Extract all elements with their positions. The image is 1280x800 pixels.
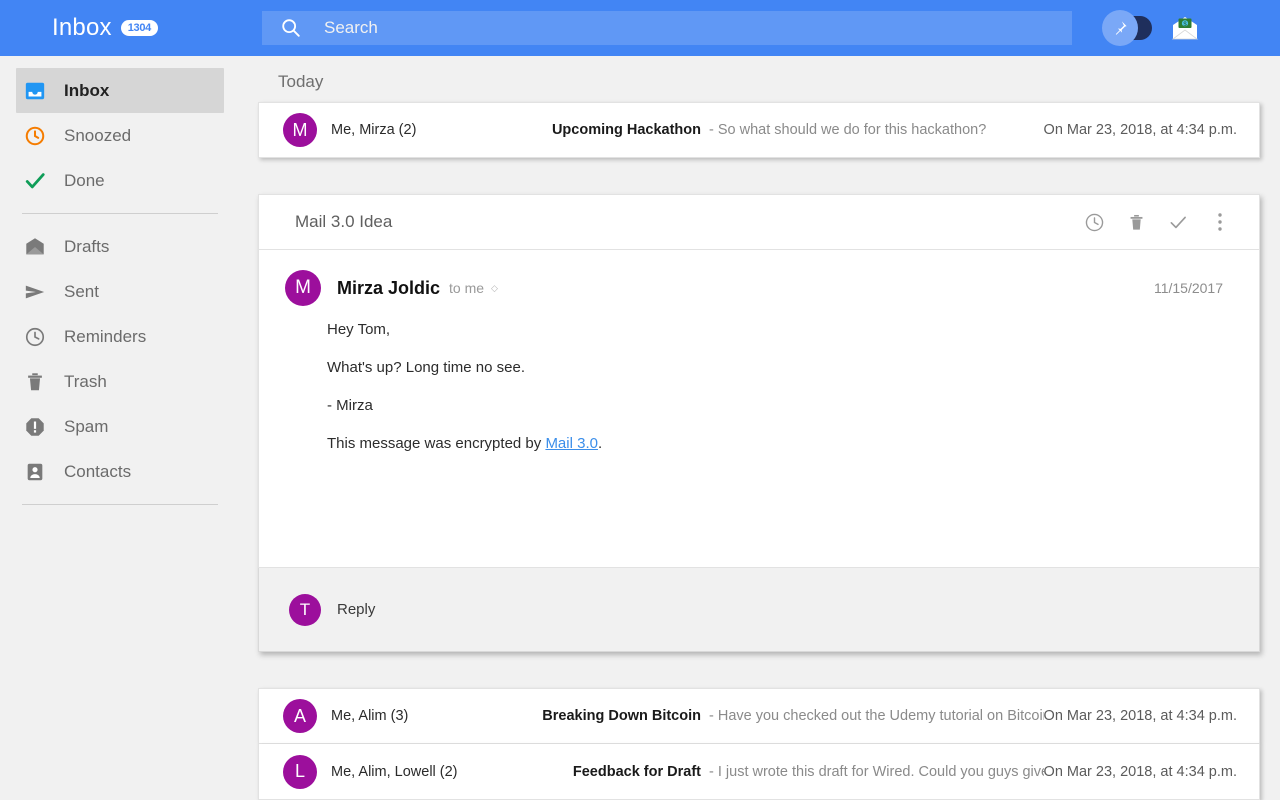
thread-actions xyxy=(1083,211,1231,233)
search-icon xyxy=(282,19,300,37)
clock-icon xyxy=(22,123,48,149)
sidebar-item-snoozed[interactable]: Snoozed xyxy=(16,113,224,158)
message-footer-prefix: This message was encrypted by xyxy=(327,435,546,452)
sidebar-item-contacts[interactable]: Contacts xyxy=(16,449,224,494)
sidebar-item-inbox[interactable]: Inbox xyxy=(16,68,224,113)
thread-message: M Mirza Joldic to me ◇ 11/15/2017 Hey To… xyxy=(258,250,1260,568)
mail-row[interactable]: A Me, Alim (3) Breaking Down Bitcoin - H… xyxy=(258,688,1260,744)
avatar: M xyxy=(283,113,317,147)
mail-row-date: On Mar 23, 2018, at 4:34 p.m. xyxy=(1043,122,1237,138)
sidebar-item-label: Sent xyxy=(64,281,99,301)
avatar: M xyxy=(285,270,321,306)
done-icon[interactable] xyxy=(1167,211,1189,233)
sidebar-divider-1 xyxy=(22,213,218,214)
mail-row[interactable]: L Me, Alim, Lowell (2) Feedback for Draf… xyxy=(258,744,1260,800)
send-icon xyxy=(22,279,48,305)
mail-row-subject: Feedback for Draft xyxy=(572,763,701,780)
message-date: 11/15/2017 xyxy=(1153,280,1223,296)
unread-count-badge: 1304 xyxy=(120,20,158,36)
pin-toggle[interactable] xyxy=(1102,10,1152,46)
sidebar-item-label: Snoozed xyxy=(64,125,132,145)
trash-icon xyxy=(22,369,48,395)
avatar: L xyxy=(283,754,317,789)
avatar: T xyxy=(289,593,321,626)
message-recipients: to me xyxy=(449,280,485,296)
section-label-today: Today xyxy=(278,72,324,91)
sidebar-item-label: Spam xyxy=(64,416,109,436)
sidebar-item-drafts[interactable]: Drafts xyxy=(16,224,224,269)
sidebar-item-label: Done xyxy=(64,170,105,190)
sidebar-item-spam[interactable]: Spam xyxy=(16,404,224,449)
sidebar: Inbox Snoozed Done Drafts Sent Reminders… xyxy=(0,56,240,800)
mail-list-bottom: A Me, Alim (3) Breaking Down Bitcoin - H… xyxy=(240,688,1280,800)
mail-row[interactable]: M Me, Mirza (2) Upcoming Hackathon - So … xyxy=(258,102,1260,158)
mail-list: Today M Me, Mirza (2) Upcoming Hackathon… xyxy=(240,56,1280,800)
sidebar-item-label: Trash xyxy=(64,371,107,391)
mail-row-snippet: - I just wrote this draft for Wired. Cou… xyxy=(709,763,1044,780)
page-title: Inbox xyxy=(52,14,112,41)
inbox-icon xyxy=(22,78,48,104)
sidebar-divider-2 xyxy=(22,504,218,505)
mail-row-snippet: - Have you checked out the Udemy tutoria… xyxy=(709,708,1044,724)
message-body: Hey Tom, What's up? Long time no see. - … xyxy=(259,306,1259,453)
sidebar-item-sent[interactable]: Sent xyxy=(16,269,224,314)
search-input[interactable] xyxy=(324,18,1072,38)
reply-bar[interactable]: T Reply xyxy=(258,568,1260,652)
envelope-icon xyxy=(22,234,48,260)
mail-row-people: Me, Alim, Lowell (2) xyxy=(331,763,458,780)
avatar: A xyxy=(283,699,317,733)
message-footer: This message was encrypted by Mail 3.0. xyxy=(327,434,1259,453)
chevron-down-icon[interactable]: ◇ xyxy=(491,283,498,294)
message-header: M Mirza Joldic to me ◇ xyxy=(259,250,1259,306)
sidebar-item-label: Reminders xyxy=(64,326,147,346)
sidebar-item-reminders[interactable]: Reminders xyxy=(16,314,224,359)
message-line: What's up? Long time no see. xyxy=(327,359,525,376)
mail-row-date: On Mar 23, 2018, at 4:34 p.m. xyxy=(1043,763,1237,780)
mail-money-button[interactable]: $ xyxy=(1170,14,1200,42)
brand: Inbox 1304 xyxy=(52,14,260,42)
snooze-icon[interactable] xyxy=(1083,211,1105,233)
sidebar-item-label: Drafts xyxy=(64,236,110,256)
message-line: - Mirza xyxy=(327,397,373,414)
message-sender: Mirza Joldic xyxy=(337,277,441,298)
mail-row-snippet: - So what should we do for this hackatho… xyxy=(709,122,987,138)
clock-outline-icon xyxy=(22,324,48,350)
mail-row-subject: Upcoming Hackathon xyxy=(551,122,701,138)
message-line: Hey Tom, xyxy=(327,321,391,338)
sidebar-item-done[interactable]: Done xyxy=(16,158,224,203)
sidebar-item-label: Inbox xyxy=(64,80,110,100)
top-bar: Inbox 1304 $ xyxy=(0,0,1280,56)
sidebar-item-label: Contacts xyxy=(64,461,132,481)
mail-row-people: Me, Alim (3) xyxy=(331,708,409,724)
reply-label: Reply xyxy=(337,601,376,618)
message-footer-suffix: . xyxy=(597,435,603,452)
more-icon[interactable] xyxy=(1209,211,1231,233)
mail-row-people: Me, Mirza (2) xyxy=(331,122,417,138)
search-bar[interactable] xyxy=(262,11,1072,45)
check-icon xyxy=(22,168,48,194)
sidebar-item-trash[interactable]: Trash xyxy=(16,359,224,404)
pin-toggle-knob[interactable] xyxy=(1102,10,1138,46)
mail-row-date: On Mar 23, 2018, at 4:34 p.m. xyxy=(1043,708,1237,724)
mail-row-subject: Breaking Down Bitcoin xyxy=(542,708,701,724)
trash-icon[interactable] xyxy=(1125,211,1147,233)
expanded-thread: Mail 3.0 Idea M Mirza Joldic to me ◇ 11/… xyxy=(258,194,1260,652)
open-envelope-money-icon: $ xyxy=(1171,17,1199,40)
body-area: Inbox Snoozed Done Drafts Sent Reminders… xyxy=(0,56,1280,800)
pin-icon xyxy=(1115,21,1127,35)
thread-header: Mail 3.0 Idea xyxy=(258,194,1260,250)
mail-3-link[interactable]: Mail 3.0 xyxy=(545,435,598,452)
alert-icon xyxy=(22,414,48,440)
person-icon xyxy=(22,459,48,485)
thread-title: Mail 3.0 Idea xyxy=(295,212,393,231)
